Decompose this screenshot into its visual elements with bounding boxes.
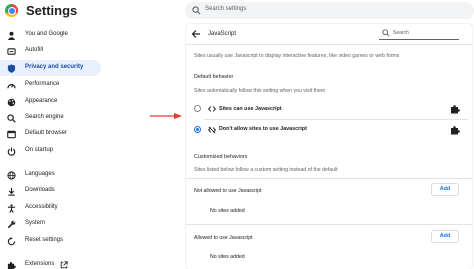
- palette-icon: [7, 98, 16, 107]
- sidebar-item-system[interactable]: System: [0, 216, 101, 232]
- customized-subtext: Sites listed below follow a custom setti…: [194, 167, 338, 173]
- puzzle-icon: [7, 262, 16, 269]
- not-allowed-empty: No sites added: [210, 208, 245, 214]
- page-description: Sites usually use Javascript to display …: [194, 53, 400, 59]
- allowed-empty: No sites added: [210, 254, 245, 260]
- sidebar-item-label: Accessibility: [25, 204, 58, 210]
- search-settings-input[interactable]: Search settings: [185, 2, 474, 19]
- reset-icon: [7, 237, 16, 246]
- sidebar-item-label: Search engine: [25, 114, 64, 120]
- page-search-input[interactable]: Search: [379, 27, 459, 40]
- sidebar-item-downloads[interactable]: Downloads: [0, 183, 101, 199]
- add-allowed-button[interactable]: Add: [431, 230, 459, 243]
- customized-heading: Customized behaviors: [194, 154, 248, 160]
- download-icon: [8, 187, 15, 196]
- sidebar-item-label: Autofill: [25, 47, 44, 53]
- page-title: JavaScript: [208, 31, 237, 37]
- sidebar-item-languages[interactable]: Languages: [0, 167, 101, 183]
- option-label-allow[interactable]: Sites can use Javascript: [219, 106, 282, 112]
- sidebar-item-label: You and Google: [25, 31, 68, 37]
- sidebar-item-default-browser[interactable]: Default browser: [0, 126, 101, 142]
- sidebar-item-privacy[interactable]: Privacy and security: [0, 60, 101, 76]
- search-placeholder: Search: [393, 30, 409, 36]
- code-icon: [208, 106, 216, 112]
- managed-extension-icon[interactable]: [450, 125, 460, 135]
- section-divider: [186, 224, 472, 225]
- sidebar-item-on-startup[interactable]: On startup: [0, 143, 101, 159]
- chrome-logo-icon: [5, 4, 18, 17]
- sidebar-item-label: On startup: [25, 147, 54, 153]
- default-behavior-subtext: Sites automatically follow this setting …: [194, 88, 326, 94]
- default-behavior-heading: Default behavior: [194, 74, 234, 80]
- annotation-arrow-icon: [150, 113, 182, 119]
- allowed-label: Allowed to use Javascript: [194, 235, 253, 241]
- globe-icon: [7, 171, 16, 180]
- open-in-new-icon: [60, 261, 68, 269]
- sidebar-item-label: System: [25, 220, 46, 226]
- sidebar-item-extensions[interactable]: Extensions: [0, 257, 101, 269]
- section-divider: [186, 178, 472, 179]
- sidebar-item-autofill[interactable]: Autofill: [0, 43, 101, 59]
- sidebar-item-performance[interactable]: Performance: [0, 77, 101, 93]
- sidebar-item-label: Reset settings: [25, 237, 64, 243]
- radio-block-javascript[interactable]: [194, 126, 201, 133]
- speedometer-icon: [7, 83, 16, 89]
- app-title: Settings: [26, 3, 78, 18]
- settings-card: [186, 24, 472, 269]
- header-divider: [186, 44, 472, 45]
- sidebar-item-appearance[interactable]: Appearance: [0, 94, 101, 110]
- person-icon: [7, 31, 16, 40]
- sidebar-item-you-and-google[interactable]: You and Google: [0, 27, 101, 43]
- wrench-icon: [7, 220, 16, 229]
- sidebar-item-search-engine[interactable]: Search engine: [0, 110, 101, 126]
- search-placeholder: Search settings: [205, 5, 247, 12]
- sidebar-item-label: Privacy and security: [25, 64, 84, 70]
- search-icon: [192, 6, 201, 15]
- top-bar: Settings Search settings: [0, 0, 474, 24]
- back-arrow-icon[interactable]: [191, 29, 201, 39]
- sidebar-item-label: Appearance: [25, 98, 58, 104]
- search-icon: [382, 29, 390, 37]
- shield-icon: [7, 64, 16, 73]
- sidebar-item-label: Languages: [25, 171, 55, 177]
- option-divider: [204, 119, 468, 120]
- search-icon: [7, 114, 16, 123]
- sidebar-item-reset-settings[interactable]: Reset settings: [0, 233, 101, 249]
- option-label-block[interactable]: Don't allow sites to use Javascript: [219, 126, 307, 132]
- sidebar-item-accessibility[interactable]: Accessibility: [0, 200, 101, 216]
- radio-allow-javascript[interactable]: [194, 105, 201, 112]
- sidebar-item-label: Default browser: [25, 130, 68, 136]
- sidebar-item-label: Downloads: [25, 187, 55, 193]
- power-icon: [7, 147, 16, 156]
- browser-icon: [7, 130, 16, 139]
- add-not-allowed-button[interactable]: Add: [431, 183, 459, 196]
- sidebar-item-label: Performance: [25, 81, 60, 87]
- accessibility-icon: [7, 204, 16, 213]
- not-allowed-label: Not allowed to use Javascript: [194, 188, 262, 194]
- code-off-icon: [208, 126, 216, 134]
- sidebar-item-label: Extensions: [25, 261, 55, 267]
- managed-extension-icon[interactable]: [450, 104, 460, 114]
- autofill-icon: [7, 48, 16, 55]
